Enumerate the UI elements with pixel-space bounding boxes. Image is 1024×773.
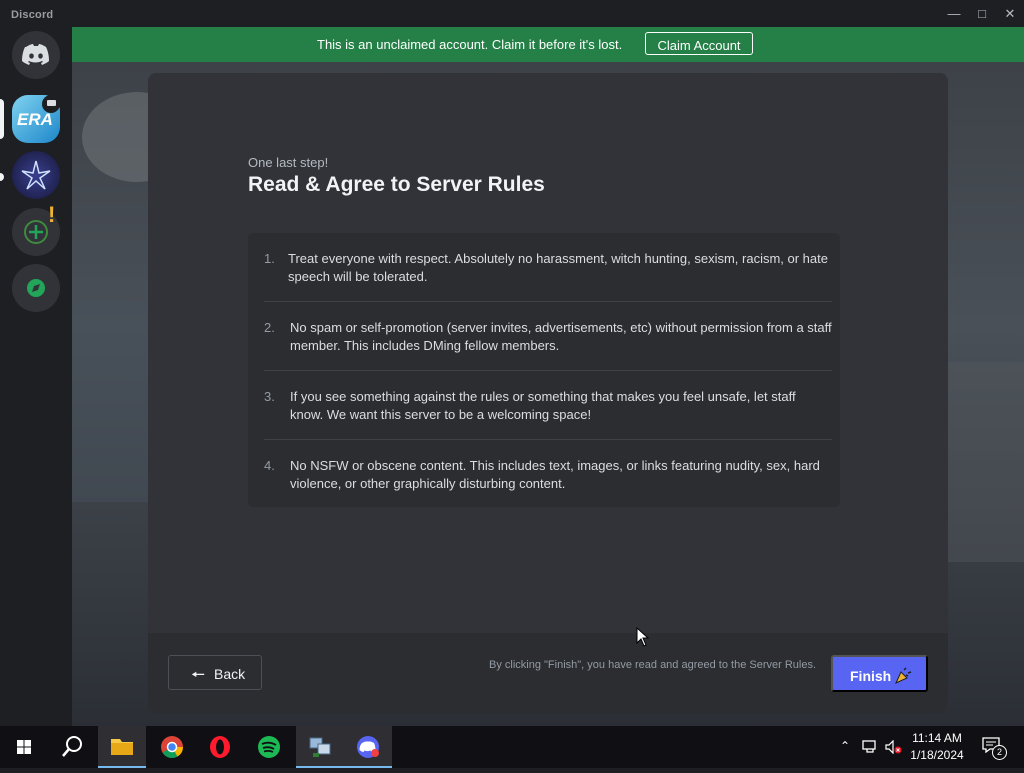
add-server-button[interactable]: ! [12,202,60,256]
modal-title: Read & Agree to Server Rules [248,173,545,196]
crystal-star-icon [21,160,51,190]
server-rail: ERA ! [0,27,72,726]
rule-divider [264,301,832,302]
explore-servers-button[interactable] [12,264,60,312]
volume-muted-icon[interactable] [885,740,903,754]
search-icon[interactable] [48,726,96,768]
notifications-icon[interactable]: 2 [982,737,1007,760]
finish-button[interactable]: Finish [831,655,928,692]
system-clock[interactable]: 11:14 AM 1/18/2024 [905,730,969,764]
file-explorer-icon[interactable] [98,726,146,768]
voice-chat-icon [42,95,60,113]
chevron-up-icon[interactable]: ⌃ [840,739,850,753]
notification-count: 2 [992,745,1007,760]
back-button-label: Back [214,666,246,682]
close-icon[interactable]: ✕ [996,3,1024,25]
rule-text: No NSFW or obscene content. This include… [290,458,820,491]
network-icon[interactable] [862,740,880,754]
network-tool-icon[interactable] [296,726,344,768]
rule-number: 1. [264,251,275,266]
maximize-icon[interactable]: □ [968,3,996,25]
era-server-label: ERA [17,110,53,129]
selected-server-pill [0,99,4,139]
rule-divider [264,370,832,371]
claim-account-button[interactable]: Claim Account [645,32,753,55]
rules-list: 1. Treat everyone with respect. Absolute… [248,233,840,507]
mouse-cursor-icon [636,627,650,647]
consent-text: By clicking "Finish", you have read and … [489,659,816,671]
rule-text: If you see something against the rules o… [290,389,796,422]
start-icon[interactable] [0,726,48,768]
modal-footer: 🠔 Back By clicking "Finish", you have re… [148,633,948,713]
discord-icon[interactable] [344,726,392,768]
spotify-icon[interactable] [245,726,293,768]
app-name: Discord [11,9,54,21]
back-button[interactable]: 🠔 Back [168,655,262,690]
step-eyebrow: One last step! [248,155,329,170]
rules-modal: One last step! Read & Agree to Server Ru… [148,73,948,713]
title-bar: Discord — □ ✕ [0,0,1024,27]
rule-divider [264,439,832,440]
discord-logo-icon [22,44,49,65]
unread-pill [0,173,4,181]
banner-message: This is an unclaimed account. Claim it b… [317,37,623,52]
unclaimed-account-banner: This is an unclaimed account. Claim it b… [72,27,1024,62]
arrow-left-icon: 🠔 [191,667,206,684]
scene-rock [942,362,1024,562]
taskbar: ⌃ 11:14 AM 1/18/2024 2 [0,726,1024,768]
rule-number: 2. [264,320,275,335]
compass-icon [27,279,45,297]
crystal-server-icon[interactable] [12,151,60,199]
party-popper-icon [894,667,912,685]
rule-text: No spam or self-promotion (server invite… [290,320,832,353]
clock-date: 1/18/2024 [910,748,964,762]
rule-number: 4. [264,458,275,473]
opera-icon[interactable] [196,726,244,768]
chrome-icon[interactable] [148,726,196,768]
rule-text: Treat everyone with respect. Absolutely … [288,251,828,284]
rule-number: 3. [264,389,275,404]
alert-badge: ! [48,202,56,227]
clock-time: 11:14 AM [912,731,962,745]
finish-button-label: Finish [850,668,892,684]
minimize-icon[interactable]: — [940,3,968,25]
discord-home-button[interactable] [12,31,60,79]
